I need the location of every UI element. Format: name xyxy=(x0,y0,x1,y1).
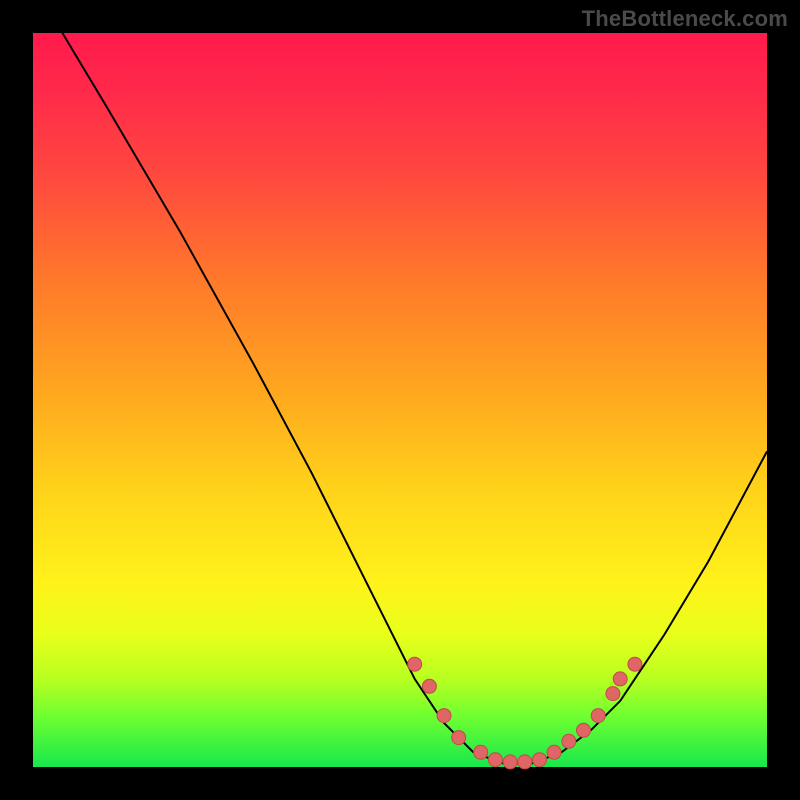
data-marker xyxy=(437,709,451,723)
data-marker xyxy=(488,753,502,767)
data-marker xyxy=(503,755,517,769)
chart-frame: TheBottleneck.com xyxy=(0,0,800,800)
data-marker xyxy=(408,657,422,671)
data-marker xyxy=(562,734,576,748)
data-marker xyxy=(518,755,532,769)
data-marker xyxy=(533,753,547,767)
data-marker xyxy=(422,679,436,693)
data-marker xyxy=(628,657,642,671)
plot-area xyxy=(33,33,767,767)
data-marker xyxy=(474,745,488,759)
data-marker xyxy=(452,731,466,745)
data-marker xyxy=(577,723,591,737)
data-marker xyxy=(613,672,627,686)
watermark-text: TheBottleneck.com xyxy=(582,6,788,32)
data-marker xyxy=(591,709,605,723)
data-marker xyxy=(606,687,620,701)
curve-layer xyxy=(33,33,767,767)
bottleneck-curve xyxy=(62,33,767,763)
data-marker xyxy=(547,745,561,759)
